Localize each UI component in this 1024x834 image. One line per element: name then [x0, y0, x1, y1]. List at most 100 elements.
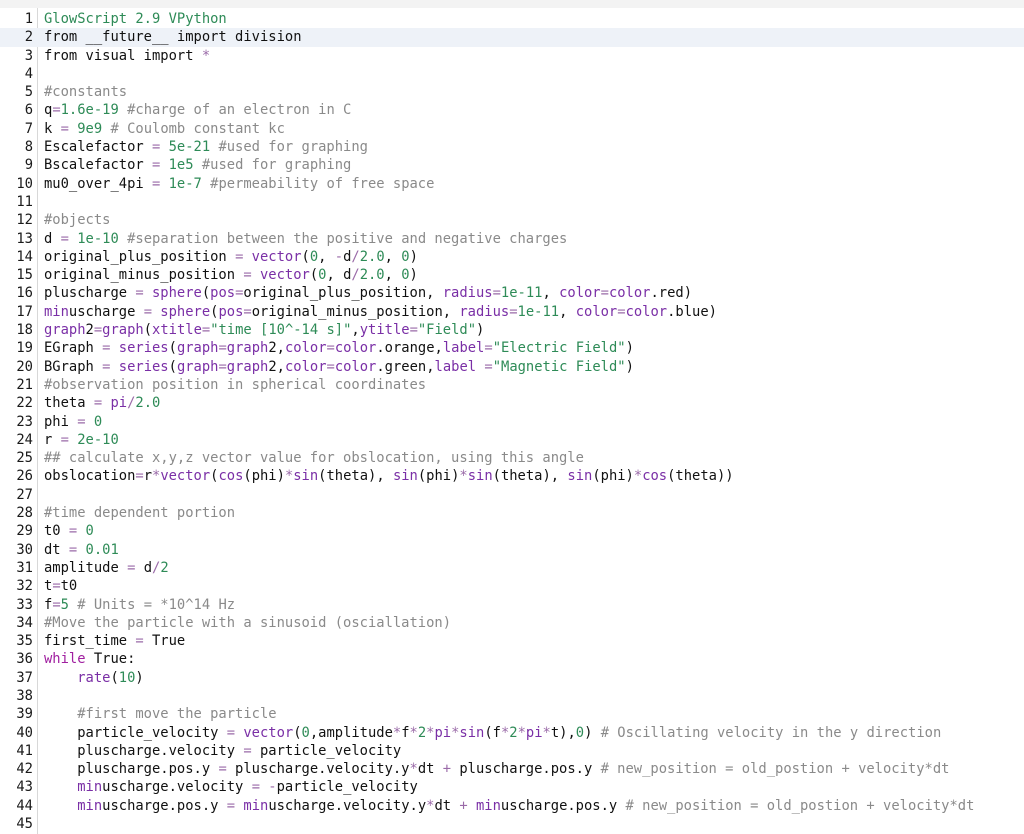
line-text[interactable]: minuscharge.velocity = -particle_velocit… [44, 778, 418, 796]
code-line[interactable]: 33 f=5 # Units = *10^14 Hz [0, 596, 1024, 614]
code-line[interactable]: 37 rate(10) [0, 669, 1024, 687]
line-text[interactable]: Escalefactor = 5e-21 #used for graphing [44, 138, 368, 156]
line-text[interactable]: amplitude = d/2 [44, 559, 169, 577]
line-text[interactable]: from visual import * [44, 47, 210, 65]
code-line[interactable]: 13 d = 1e-10 #separation between the posi… [0, 230, 1024, 248]
line-text[interactable]: f=5 # Units = *10^14 Hz [44, 596, 235, 614]
code-line[interactable]: 14 original_plus_position = vector(0, -d/… [0, 248, 1024, 266]
code-line[interactable]: 38 [0, 687, 1024, 705]
code-line[interactable]: 11 [0, 193, 1024, 211]
line-text[interactable]: theta = pi/2.0 [44, 394, 160, 412]
line-text[interactable]: t0 = 0 [44, 522, 94, 540]
code-line[interactable]: 32 t=t0 [0, 577, 1024, 595]
code-line[interactable]: 6 q=1.6e-19 #charge of an electron in C [0, 101, 1024, 119]
line-text[interactable]: original_minus_position = vector(0 , d/2.… [44, 266, 418, 284]
line-text[interactable]: #constants [44, 83, 127, 101]
code-line[interactable]: 28 #time dependent portion [0, 504, 1024, 522]
code-line[interactable]: 10 mu0_over_4pi = 1e-7 #permeability of f… [0, 175, 1024, 193]
code-editor[interactable]: 1 GlowScript 2.9 VPython 2 from __future__ … [0, 10, 1024, 833]
code-line[interactable]: 5 #constants [0, 83, 1024, 101]
code-line[interactable]: 21 #observation position in spherical coo… [0, 376, 1024, 394]
code-line[interactable]: 22 theta = pi/2.0 [0, 394, 1024, 412]
line-text[interactable]: minuscharge = sphere(pos=original_minus_… [44, 303, 717, 321]
line-text[interactable]: #objects [44, 211, 110, 229]
code-line[interactable]: 35 first_time = True [0, 632, 1024, 650]
line-text[interactable]: d = 1e-10 #separation between the positi… [44, 230, 567, 248]
code-token: True [143, 633, 186, 650]
line-number: 19 [16, 340, 33, 357]
code-line[interactable]: 16 pluscharge = sphere(pos = original_plus_… [0, 284, 1024, 302]
code-line[interactable]: 42 pluscharge.pos.y = pluscharge.velocit… [0, 760, 1024, 778]
line-text[interactable]: while True: [44, 650, 135, 668]
line-text[interactable]: from __future__ import division [44, 28, 302, 46]
line-text[interactable]: Bscalefactor = 1e5 #used for graphing [44, 156, 351, 174]
code-token: = [226, 724, 236, 741]
code-line[interactable]: 12 #objects [0, 211, 1024, 229]
line-text[interactable]: r = 2e-10 [44, 431, 119, 449]
line-text[interactable]: first_time = True [44, 632, 185, 650]
code-line[interactable]: 3 from visual import * [0, 47, 1024, 65]
line-text[interactable]: particle_velocity = vector(0,amplitude*f… [44, 724, 941, 742]
line-text[interactable]: #Move the particle with a sinusoid (osci… [44, 614, 451, 632]
line-text[interactable]: #time dependent portion [44, 504, 235, 522]
line-text[interactable]: BGraph = series(graph=graph2,color=color… [44, 358, 634, 376]
code-token: particle_velocity [44, 724, 227, 741]
line-text[interactable]: q=1.6e-19 #charge of an electron in C [44, 101, 351, 119]
code-line[interactable]: 17 minuscharge = sphere(pos=original_minu… [0, 303, 1024, 321]
code-token: pi [525, 724, 543, 741]
line-number: 45 [16, 816, 33, 833]
line-text[interactable]: obslocation=r*vector(cos(phi)*sin(theta)… [44, 467, 734, 485]
code-line[interactable]: 20 BGraph = series(graph=graph2,color=col… [0, 358, 1024, 376]
line-text[interactable]: #first move the particle [44, 705, 276, 723]
code-token: = [617, 303, 626, 320]
line-text[interactable]: pluscharge.pos.y = pluscharge.velocity.y… [44, 760, 949, 778]
code-line[interactable]: 23 phi = 0 [0, 413, 1024, 431]
code-line[interactable]: 31 amplitude = d/2 [0, 559, 1024, 577]
code-token: series [110, 340, 169, 357]
code-line[interactable]: 25 ## calculate x,y,z vector value for ob… [0, 449, 1024, 467]
code-line[interactable]: 41 pluscharge.velocity = particle_veloci… [0, 742, 1024, 760]
line-text[interactable]: dt = 0.01 [44, 541, 119, 559]
code-line[interactable]: 43 minuscharge.velocity = -particle_velo… [0, 778, 1024, 796]
line-number: 38 [16, 687, 33, 704]
code-line[interactable]: 45 [0, 815, 1024, 833]
line-text[interactable]: EGraph = series(graph=graph2,color=color… [44, 339, 634, 357]
line-text[interactable]: pluscharge.velocity = particle_velocity [44, 742, 401, 760]
line-text[interactable]: original_plus_position = vector(0, -d/2.… [44, 248, 418, 266]
code-line[interactable]: 7k = 9e9 # Coulomb constant kc [0, 120, 1024, 138]
code-line[interactable]: 24 r = 2e-10 [0, 431, 1024, 449]
code-token: pos [218, 303, 244, 320]
code-line[interactable]: 30 dt = 0.01 [0, 541, 1024, 559]
code-line[interactable]: 39 #first move the particle [0, 705, 1024, 723]
code-line[interactable]: 26 obslocation=r*vector(cos(phi)*sin(thet… [0, 467, 1024, 485]
line-text[interactable]: t=t0 [44, 577, 77, 595]
code-line[interactable]: 15 original_minus_position = vector(0 , d/… [0, 266, 1024, 284]
code-line[interactable]: 2 from __future__ import division [0, 28, 1024, 47]
code-token: (theta)) [667, 468, 734, 485]
code-line[interactable]: 19 EGraph = series(graph=graph2,color=col… [0, 339, 1024, 357]
code-line[interactable]: 18 graph2=graph(xtitle="time [10^-14 s]",… [0, 321, 1024, 339]
line-text[interactable]: #observation position in spherical coord… [44, 376, 426, 394]
line-text[interactable]: ## calculate x,y,z vector value for obsl… [44, 449, 584, 467]
code-line[interactable]: 9 Bscalefactor = 1e5 #used for graphing [0, 156, 1024, 174]
code-line[interactable]: 40 particle_velocity = vector(0,amplitud… [0, 724, 1024, 742]
code-token: # Coulomb constant kc [102, 120, 285, 137]
code-line[interactable]: 4 [0, 65, 1024, 83]
code-line[interactable]: 34 #Move the particle with a sinusoid (os… [0, 614, 1024, 632]
line-text[interactable]: rate(10) [44, 669, 143, 687]
line-text[interactable]: mu0_over_4pi = 1e-7 #permeability of fre… [44, 175, 434, 193]
line-text[interactable]: phi = 0 [44, 413, 102, 431]
code-line[interactable]: 27 [0, 486, 1024, 504]
code-line[interactable]: 1 GlowScript 2.9 VPython [0, 10, 1024, 28]
code-line[interactable]: 29 t0 = 0 [0, 522, 1024, 540]
line-text[interactable]: graph2=graph(xtitle="time [10^-14 s]",yt… [44, 321, 484, 339]
line-text[interactable]: minuscharge.pos.y = minuscharge.velocity… [44, 797, 974, 815]
line-text[interactable]: k = 9e9 # Coulomb constant kc [44, 120, 285, 138]
line-number: 18 [16, 322, 33, 339]
code-line[interactable]: 36 while True: [0, 650, 1024, 668]
code-token: t), [550, 724, 576, 741]
code-line[interactable]: 44 minuscharge.pos.y = minuscharge.veloc… [0, 797, 1024, 815]
line-text[interactable]: GlowScript 2.9 VPython [44, 10, 227, 28]
line-text[interactable]: pluscharge = sphere(pos = original_plus_po… [44, 284, 692, 302]
code-line[interactable]: 8 Escalefactor = 5e-21 #used for graphing [0, 138, 1024, 156]
